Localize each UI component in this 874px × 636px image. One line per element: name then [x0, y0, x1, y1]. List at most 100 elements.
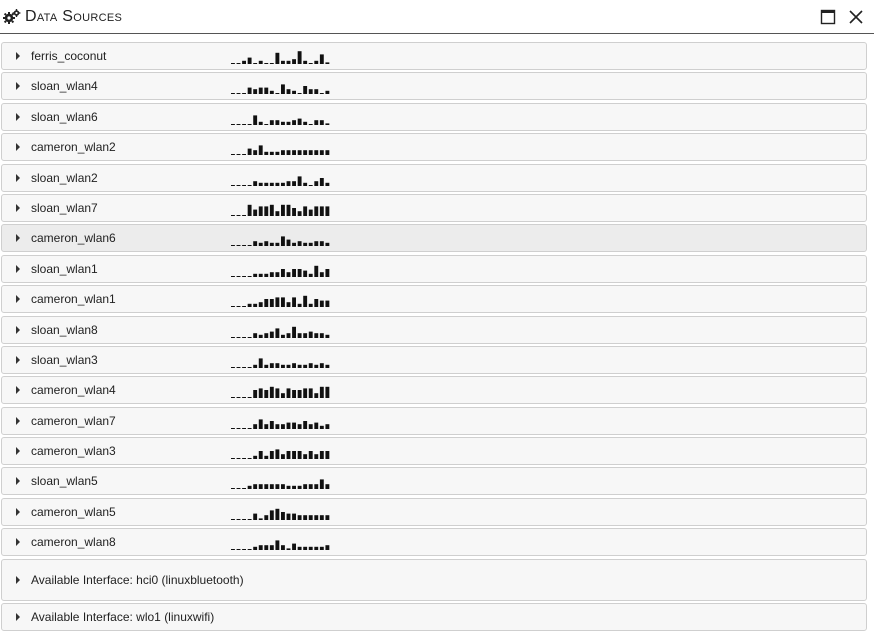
- sparkline-bar: [247, 303, 252, 308]
- source-label: sloan_wlan1: [31, 261, 98, 276]
- interface-row[interactable]: Available Interface: hci0 (linuxbluetoot…: [1, 558, 867, 601]
- maximize-button[interactable]: [816, 5, 840, 29]
- sparkline-bar: [258, 87, 263, 95]
- sparkline-bar: [308, 423, 313, 429]
- sparkline-bar: [319, 332, 324, 338]
- sparkline-bar: [314, 515, 319, 520]
- source-row[interactable]: cameron_wlan5: [1, 497, 867, 526]
- sparkline-bar: [303, 243, 308, 247]
- sparkline-bar: [314, 422, 319, 429]
- expand-caret-icon[interactable]: [16, 507, 20, 516]
- expand-caret-icon[interactable]: [16, 447, 20, 456]
- sparkline-bar: [269, 331, 274, 338]
- sparkline-bar: [275, 388, 280, 399]
- source-row[interactable]: sloan_wlan2: [1, 163, 867, 192]
- sparkline-bar: [281, 60, 285, 64]
- sparkline-bar: [269, 545, 274, 551]
- sparkline-bar: [264, 423, 269, 429]
- source-row[interactable]: cameron_wlan7: [1, 406, 867, 435]
- sparkline-bar: [247, 336, 252, 338]
- sparkline-bar: [303, 515, 308, 520]
- interface-row[interactable]: Available Interface: wlo1 (linuxwifi): [1, 603, 867, 632]
- sparkline-bar: [281, 334, 285, 338]
- expand-caret-icon[interactable]: [16, 477, 20, 486]
- sparkline-bar: [231, 397, 235, 399]
- sparkline-bar: [292, 207, 296, 216]
- expand-caret-icon[interactable]: [16, 264, 20, 273]
- sparkline-bar: [314, 484, 319, 490]
- activity-sparkline: [231, 540, 330, 551]
- sparkline-bar: [264, 151, 269, 156]
- sparkline-bar: [264, 455, 269, 460]
- sparkline-bar: [292, 451, 296, 460]
- expand-caret-icon[interactable]: [16, 386, 20, 395]
- sparkline-bar: [242, 275, 246, 277]
- sparkline-bar: [319, 300, 324, 308]
- sparkline-bar: [314, 150, 319, 156]
- sparkline-bar: [286, 89, 291, 95]
- activity-sparkline: [231, 295, 330, 308]
- sparkline-bar: [258, 545, 263, 551]
- source-row[interactable]: sloan_wlan1: [1, 254, 867, 283]
- sparkline-bar: [325, 243, 330, 247]
- sparkline-bar: [236, 93, 241, 95]
- sparkline-bar: [264, 484, 269, 490]
- source-row[interactable]: cameron_wlan4: [1, 376, 867, 405]
- sparkline-bar: [314, 332, 319, 338]
- source-row[interactable]: cameron_wlan3: [1, 437, 867, 466]
- expand-caret-icon[interactable]: [16, 203, 20, 212]
- source-row[interactable]: cameron_wlan2: [1, 133, 867, 162]
- sparkline-bar: [303, 332, 308, 338]
- expand-caret-icon[interactable]: [16, 234, 20, 243]
- sparkline-bar: [297, 364, 302, 368]
- sparkline-bar: [269, 151, 274, 156]
- source-row[interactable]: cameron_wlan8: [1, 528, 867, 557]
- source-row[interactable]: cameron_wlan1: [1, 285, 867, 314]
- source-row[interactable]: sloan_wlan5: [1, 467, 867, 496]
- activity-sparkline: [231, 236, 330, 247]
- sparkline-bar: [297, 241, 302, 247]
- sparkline-bar: [242, 184, 246, 186]
- sparkline-bar: [253, 150, 258, 156]
- sparkline-bar: [292, 150, 296, 156]
- sparkline-bar: [286, 204, 291, 216]
- sparkline-bar: [253, 63, 258, 64]
- sparkline-bar: [308, 123, 313, 125]
- sparkline-bar: [247, 245, 252, 247]
- close-button[interactable]: [844, 5, 868, 29]
- source-row[interactable]: cameron_wlan6: [1, 224, 867, 253]
- sparkline-bar: [253, 547, 258, 551]
- sparkline-bar: [286, 422, 291, 429]
- sparkline-bar: [269, 510, 274, 520]
- expand-caret-icon[interactable]: [16, 143, 20, 152]
- expand-caret-icon[interactable]: [16, 52, 20, 60]
- sparkline-bar: [264, 273, 269, 277]
- sparkline-bar: [292, 543, 296, 551]
- expand-caret-icon[interactable]: [16, 82, 20, 91]
- expand-caret-icon[interactable]: [16, 416, 20, 425]
- expand-caret-icon[interactable]: [16, 325, 20, 334]
- sparkline-bar: [319, 241, 324, 247]
- expand-caret-icon[interactable]: [16, 295, 20, 304]
- sparkline-bar: [319, 177, 324, 186]
- expand-caret-icon[interactable]: [16, 173, 20, 182]
- source-row[interactable]: sloan_wlan4: [1, 72, 867, 101]
- sparkline-bar: [308, 184, 313, 186]
- source-row[interactable]: sloan_wlan6: [1, 102, 867, 131]
- sparkline-bar: [297, 451, 302, 460]
- sparkline-bar: [308, 547, 313, 551]
- sparkline-bar: [242, 245, 246, 247]
- sparkline-bar: [253, 180, 258, 186]
- source-row[interactable]: ferris_coconut: [1, 42, 867, 70]
- expand-caret-icon[interactable]: [16, 355, 20, 364]
- expand-caret-icon[interactable]: [16, 575, 20, 584]
- sparkline-bar: [292, 91, 296, 95]
- expand-caret-icon[interactable]: [16, 112, 20, 121]
- source-row[interactable]: sloan_wlan7: [1, 193, 867, 222]
- source-row[interactable]: sloan_wlan3: [1, 345, 867, 374]
- expand-caret-icon[interactable]: [16, 538, 20, 547]
- sparkline-bar: [281, 511, 285, 520]
- sparkline-bar: [303, 206, 308, 216]
- source-row[interactable]: sloan_wlan8: [1, 315, 867, 344]
- expand-caret-icon[interactable]: [16, 613, 20, 622]
